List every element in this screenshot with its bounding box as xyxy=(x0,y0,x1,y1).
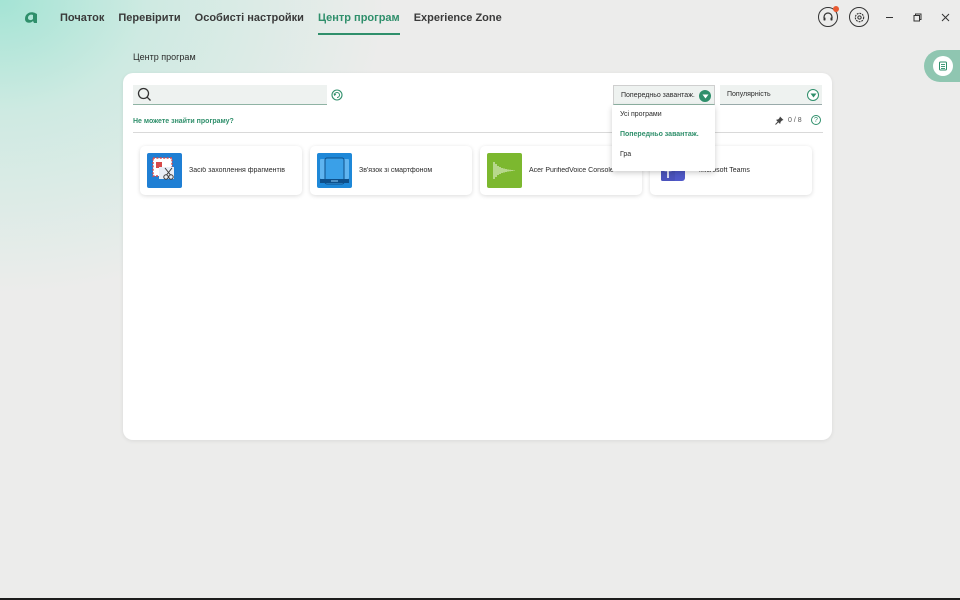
pinned-count: 0 / 8 xyxy=(775,116,802,125)
restore-button[interactable] xyxy=(909,9,925,25)
main-nav: Початок Перевірити Особисті настройки Це… xyxy=(60,0,516,36)
divider xyxy=(133,132,823,133)
pinned-count-text: 0 / 8 xyxy=(788,117,802,124)
chevron-down-icon xyxy=(807,89,819,101)
chevron-down-icon xyxy=(699,90,711,102)
sort-value: Популярність xyxy=(727,91,771,98)
snipping-tool-icon xyxy=(147,153,182,188)
filter-option-preinstalled[interactable]: Попередньо завантаж. xyxy=(612,125,715,145)
source-filter-menu: Усі програми Попередньо завантаж. Гра xyxy=(612,105,715,171)
nav-tab-home[interactable]: Початок xyxy=(60,0,104,36)
pin-icon xyxy=(775,116,784,125)
refresh-icon[interactable] xyxy=(331,89,343,101)
nav-tab-app-center[interactable]: Центр програм xyxy=(317,0,400,36)
app-name: Acer PurifiedVoice Console xyxy=(529,167,614,174)
source-filter-dropdown[interactable]: Попередньо завантаж. xyxy=(613,85,715,105)
settings-button[interactable] xyxy=(849,7,869,27)
list-icon xyxy=(939,61,947,71)
app-name: Засіб захоплення фрагментів xyxy=(189,167,285,174)
cant-find-app-link[interactable]: Не можете знайти програму? xyxy=(133,118,234,125)
side-panel-toggle[interactable] xyxy=(924,50,960,82)
app-tile-snipping-tool[interactable]: Засіб захоплення фрагментів xyxy=(140,146,302,195)
top-bar: Початок Перевірити Особисті настройки Це… xyxy=(0,0,960,36)
close-icon xyxy=(941,13,949,21)
restore-icon xyxy=(913,13,921,21)
app-name: Зв'язок зі смартфоном xyxy=(359,167,433,174)
minimize-button[interactable] xyxy=(881,9,897,25)
nav-tab-check[interactable]: Перевірити xyxy=(118,0,180,36)
page-title: Центр програм xyxy=(133,52,196,62)
sort-dropdown[interactable]: Популярність xyxy=(720,85,822,105)
search-input[interactable] xyxy=(133,85,327,105)
side-panel-icon-wrap xyxy=(933,56,953,76)
notification-dot xyxy=(833,6,839,12)
app-center-panel: Не можете знайти програму? Попередньо за… xyxy=(123,73,832,440)
gear-icon xyxy=(854,12,864,22)
search-icon xyxy=(137,87,151,101)
filter-option-games[interactable]: Гра xyxy=(612,145,715,165)
nav-tab-personal-settings[interactable]: Особисті настройки xyxy=(195,0,304,36)
nav-tab-experience-zone[interactable]: Experience Zone xyxy=(414,0,502,36)
phone-link-icon xyxy=(317,153,352,188)
close-button[interactable] xyxy=(937,9,953,25)
minimize-icon xyxy=(885,16,893,18)
purifiedvoice-icon xyxy=(487,153,522,188)
acer-logo-icon xyxy=(25,12,37,23)
source-filter-value: Попередньо завантаж. xyxy=(621,91,695,99)
help-icon[interactable]: ? xyxy=(811,115,821,125)
headset-icon xyxy=(823,12,833,21)
support-button[interactable] xyxy=(818,6,839,27)
app-tile-phone-link[interactable]: Зв'язок зі смартфоном xyxy=(310,146,472,195)
filter-option-all-apps[interactable]: Усі програми xyxy=(612,105,715,125)
